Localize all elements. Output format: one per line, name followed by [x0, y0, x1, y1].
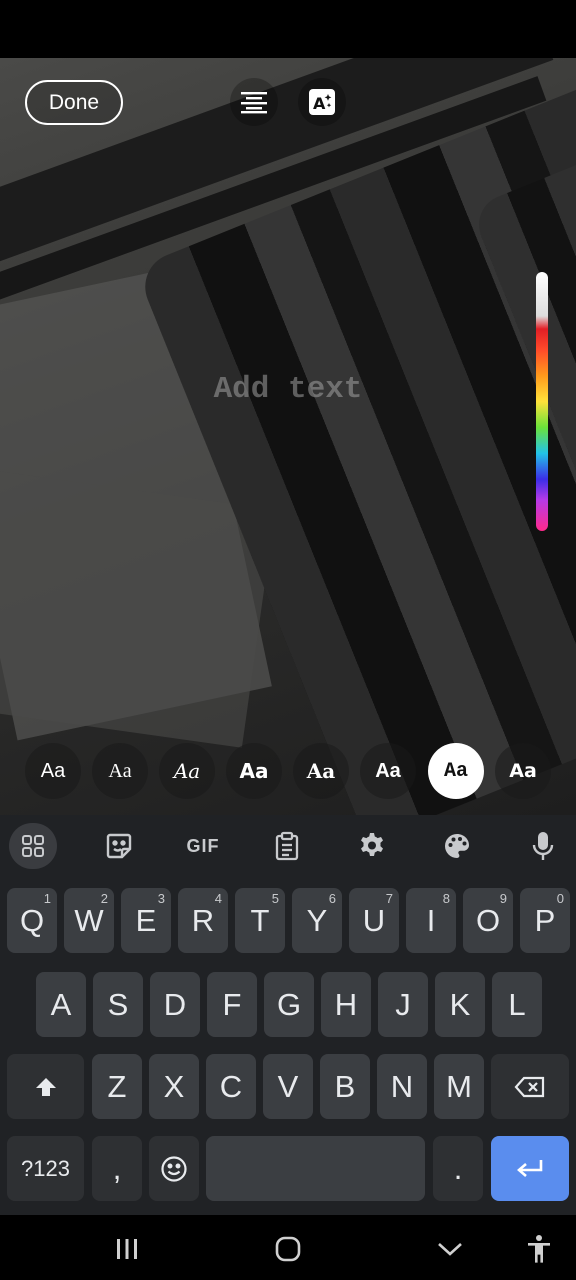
clipboard-icon: [275, 831, 299, 861]
apps-grid-icon: [22, 835, 44, 857]
font-style-selector: Aa Aa Aa Aa Aa Aa Aa Aa: [25, 743, 565, 799]
key-v[interactable]: V: [263, 1054, 313, 1119]
key-o[interactable]: O9: [463, 888, 513, 953]
gif-icon: GIF: [186, 835, 220, 856]
text-effect-button[interactable]: A: [298, 78, 346, 126]
backspace-icon: [514, 1076, 545, 1097]
key-l[interactable]: L: [492, 972, 542, 1037]
key-m[interactable]: M: [434, 1054, 484, 1119]
key-c[interactable]: C: [206, 1054, 256, 1119]
key-s[interactable]: S: [93, 972, 143, 1037]
key-g[interactable]: G: [264, 972, 314, 1037]
key-f[interactable]: F: [207, 972, 257, 1037]
font-option[interactable]: Aa: [495, 743, 551, 799]
font-option[interactable]: Aa: [159, 743, 215, 799]
microphone-icon: [532, 832, 554, 860]
font-option[interactable]: Aa: [226, 743, 282, 799]
emoji-key[interactable]: [149, 1136, 199, 1201]
text-input-placeholder[interactable]: Add text: [0, 372, 576, 407]
text-effect-icon: A: [309, 89, 335, 115]
sticker-button[interactable]: [95, 823, 143, 869]
apps-grid-button[interactable]: [9, 823, 57, 869]
key-w[interactable]: W2: [64, 888, 114, 953]
shift-key[interactable]: [7, 1054, 84, 1119]
font-option[interactable]: Aa: [25, 743, 81, 799]
font-option[interactable]: Aa: [92, 743, 148, 799]
key-b[interactable]: B: [320, 1054, 370, 1119]
system-navigation-bar: [0, 1215, 576, 1280]
enter-icon: [517, 1159, 543, 1177]
settings-button[interactable]: [348, 823, 396, 869]
key-u[interactable]: U7: [349, 888, 399, 953]
key-h[interactable]: H: [321, 972, 371, 1037]
home-button[interactable]: [268, 1229, 308, 1269]
emoji-icon: [161, 1155, 187, 1182]
comma-key[interactable]: ,: [92, 1136, 142, 1201]
key-n[interactable]: N: [377, 1054, 427, 1119]
key-e[interactable]: E3: [121, 888, 171, 953]
font-option-selected[interactable]: Aa: [428, 743, 484, 799]
backspace-key[interactable]: [491, 1054, 569, 1119]
settings-gear-icon: [361, 833, 383, 856]
enter-key[interactable]: [491, 1136, 569, 1201]
key-t[interactable]: T5: [235, 888, 285, 953]
key-d[interactable]: D: [150, 972, 200, 1037]
symbols-key[interactable]: ?123: [7, 1136, 84, 1201]
recent-apps-icon: [117, 1239, 137, 1259]
key-a[interactable]: A: [36, 972, 86, 1037]
keyboard-toolbar: GIF: [0, 815, 576, 875]
recent-apps-button[interactable]: [107, 1229, 147, 1269]
voice-input-button[interactable]: [519, 823, 567, 869]
sticker-icon: [106, 833, 132, 859]
period-key[interactable]: .: [433, 1136, 483, 1201]
shift-icon: [35, 1077, 56, 1096]
palette-icon: [445, 834, 469, 858]
space-key[interactable]: [206, 1136, 425, 1201]
back-icon: [438, 1243, 462, 1256]
status-bar: [0, 0, 576, 58]
key-x[interactable]: X: [149, 1054, 199, 1119]
align-center-icon: [241, 92, 267, 114]
keyboard: GIF Q 1 W 2 E 3 R 4 T 5 Y 6 U 7 I 8 O 9 …: [0, 815, 576, 1215]
theme-button[interactable]: [433, 823, 481, 869]
background-photo: [0, 58, 576, 815]
key-i[interactable]: I8: [406, 888, 456, 953]
key-k[interactable]: K: [435, 972, 485, 1037]
key-q[interactable]: Q1: [7, 888, 57, 953]
key-p[interactable]: P0: [520, 888, 570, 953]
key-r[interactable]: R4: [178, 888, 228, 953]
key-j[interactable]: J: [378, 972, 428, 1037]
done-button[interactable]: Done: [25, 80, 123, 125]
font-option[interactable]: Aa: [293, 743, 349, 799]
accessibility-icon: [528, 1235, 550, 1263]
back-button[interactable]: [430, 1229, 470, 1269]
home-icon: [275, 1236, 301, 1262]
align-center-button[interactable]: [230, 78, 278, 126]
svg-text:A: A: [313, 94, 326, 113]
key-z[interactable]: Z: [92, 1054, 142, 1119]
editor-top-bar: Done A: [0, 58, 576, 148]
clipboard-button[interactable]: [263, 823, 311, 869]
gif-button[interactable]: GIF: [179, 823, 227, 869]
key-y[interactable]: Y6: [292, 888, 342, 953]
font-option[interactable]: Aa: [360, 743, 416, 799]
accessibility-button[interactable]: [519, 1229, 559, 1269]
